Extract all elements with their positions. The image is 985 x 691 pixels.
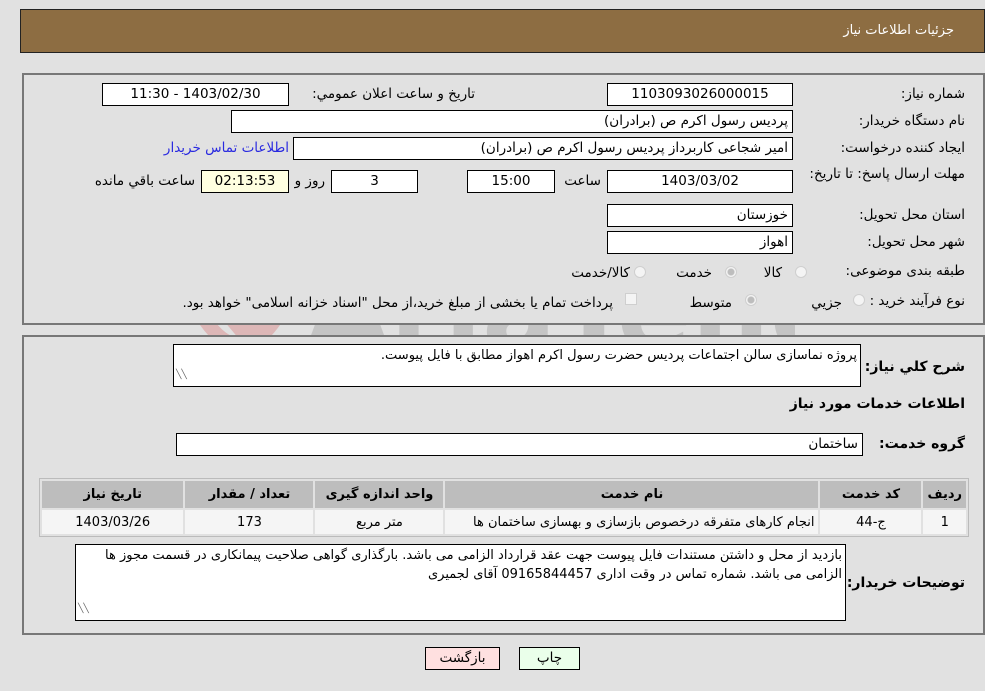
creator-field[interactable]: امیر شجاعی کاربرداز پردیس رسول اکرم ص (ب… [293,137,793,160]
services-heading: اطلاعات خدمات مورد نیاز [789,396,965,412]
cell-quantity: 173 [185,510,314,534]
buyer-org-field[interactable]: پردیس رسول اکرم ص (برادران) [231,110,793,133]
page-header: جزئیات اطلاعات نیاز [20,9,985,53]
treasury-checkbox[interactable] [625,293,637,305]
col-header-row-number: ردیف [923,481,966,508]
deadline-time-label: ساعت [564,173,601,189]
col-header-service-name: نام خدمت [445,481,819,508]
remaining-time-field: 02:13:53 [201,170,289,193]
category-option-service: خدمت [676,265,712,281]
days-remaining-field[interactable]: 3 [331,170,418,193]
cell-service-code: ج-44 [820,510,922,534]
buyer-notes-text: بازدید از محل و داشتن مستندات فایل پیوست… [105,548,842,582]
col-header-unit: واحد اندازه گیری [315,481,444,508]
announce-datetime-field[interactable]: 1403/02/30 - 11:30 [102,83,289,106]
col-header-need-date: تاریخ نیاز [42,481,184,508]
deadline-label: مهلت ارسال پاسخ: تا تاریخ: [809,166,965,182]
province-field[interactable]: خوزستان [607,204,793,227]
services-table-wrapper: ردیف کد خدمت نام خدمت واحد اندازه گیری ت… [39,478,969,537]
need-number-label: شماره نیاز: [900,86,965,102]
process-radio-minor[interactable] [853,294,865,306]
category-radio-goods[interactable] [795,266,807,278]
process-option-minor: جزيي [811,295,842,311]
page-title: جزئیات اطلاعات نیاز [843,23,954,38]
col-header-quantity: تعداد / مقدار [185,481,314,508]
remaining-time-label: ساعت باقي مانده [94,173,195,189]
buyer-notes-label: توضیحات خریدار: [846,575,965,591]
description-textarea[interactable]: پروژه نماسازی سالن اجتماعات پردیس حضرت ر… [173,344,861,387]
buyer-org-label: نام دستگاه خریدار: [858,113,965,129]
treasury-checkbox-label: پرداخت تمام یا بخشی از مبلغ خرید،از محل … [182,295,613,311]
category-radio-goods-service[interactable] [634,266,646,278]
category-option-goods: کالا [763,265,782,281]
description-text: پروژه نماسازی سالن اجتماعات پردیس حضرت ر… [380,348,857,363]
service-group-label: گروه خدمت: [879,436,965,452]
process-type-label: نوع فرآیند خرید : [869,293,965,309]
category-option-goods-service: کالا/خدمت [571,265,630,281]
resize-grip-icon[interactable]: ╲╲ [176,366,187,385]
process-radio-medium[interactable] [745,294,757,306]
cell-unit: متر مربع [315,510,444,534]
services-table: ردیف کد خدمت نام خدمت واحد اندازه گیری ت… [39,478,969,537]
service-group-field[interactable]: ساختمان [176,433,863,456]
col-header-service-code: کد خدمت [820,481,922,508]
buyer-notes-textarea[interactable]: بازدید از محل و داشتن مستندات فایل پیوست… [75,544,846,621]
city-label: شهر محل تحویل: [867,234,965,250]
creator-label: ایجاد کننده درخواست: [840,140,965,156]
province-label: استان محل تحویل: [859,207,965,223]
resize-grip-icon[interactable]: ╲╲ [78,600,89,619]
table-header-row: ردیف کد خدمت نام خدمت واحد اندازه گیری ت… [42,481,966,508]
category-radio-service[interactable] [725,266,737,278]
cell-service-name: انجام کارهای متفرقه درخصوص بازسازی و بهس… [445,510,819,534]
description-label: شرح كلي نیاز: [864,359,965,375]
category-label: طبقه بندی موضوعی: [845,263,965,279]
print-button[interactable]: چاپ [519,647,580,670]
announce-label: تاریخ و ساعت اعلان عمومي: [312,86,475,102]
deadline-time-field[interactable]: 15:00 [467,170,555,193]
buyer-contact-link[interactable]: اطلاعات تماس خریدار [164,140,289,156]
table-row: 1 ج-44 انجام کارهای متفرقه درخصوص بازساز… [42,510,966,534]
need-number-field[interactable]: 1103093026000015 [607,83,793,106]
cell-need-date: 1403/03/26 [42,510,184,534]
process-option-medium: متوسط [689,295,732,311]
days-label: روز و [294,173,325,189]
cell-row-number: 1 [923,510,966,534]
city-field[interactable]: اهواز [607,231,793,254]
deadline-date-field[interactable]: 1403/03/02 [607,170,793,193]
back-button[interactable]: بازگشت [425,647,500,670]
